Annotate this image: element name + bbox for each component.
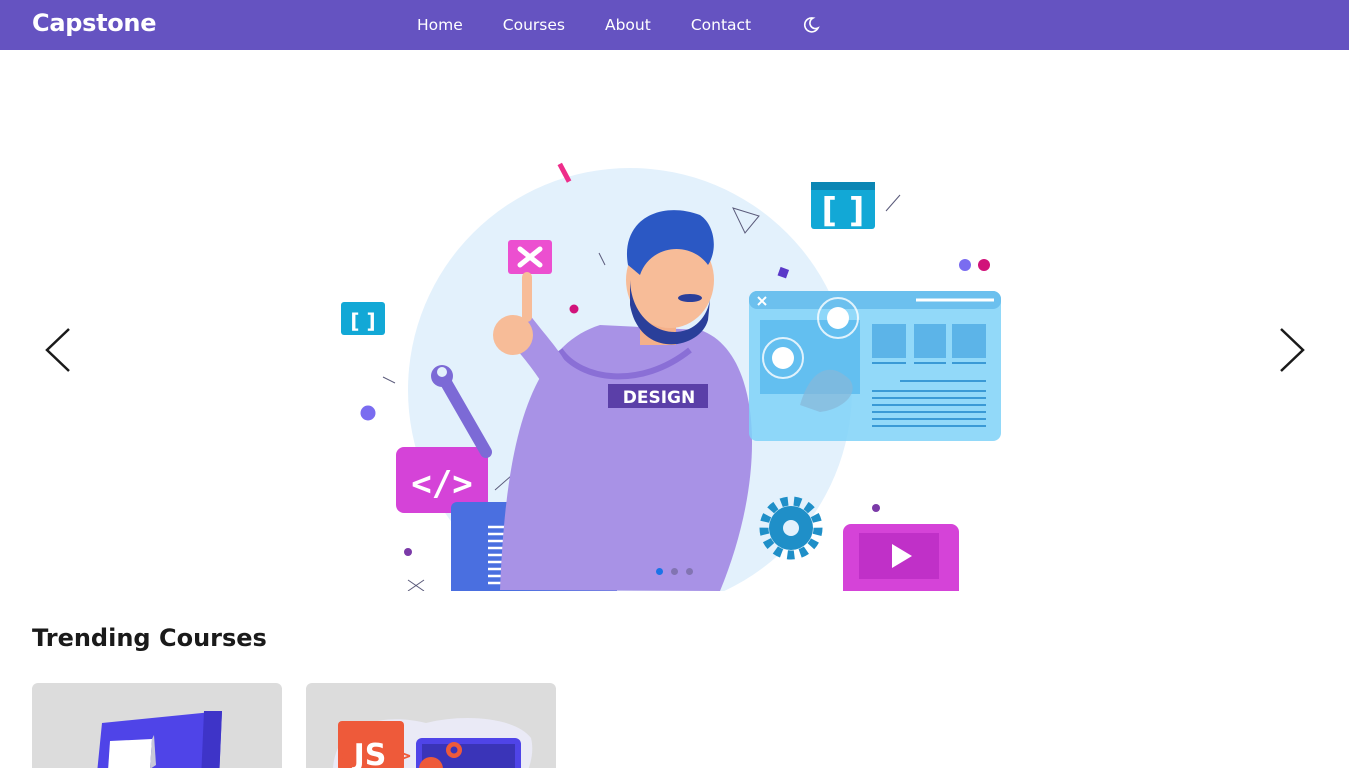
course-card-javascript[interactable]: JS < > [306, 683, 556, 768]
nav-link-contact[interactable]: Contact [691, 16, 751, 34]
chevron-left-icon[interactable] [43, 325, 73, 375]
css3-logo-icon [97, 711, 222, 768]
nav-link-home[interactable]: Home [417, 16, 463, 34]
moon-icon[interactable] [802, 16, 820, 34]
svg-text:[ ]: [ ] [350, 309, 375, 333]
carousel-indicator-1[interactable] [656, 568, 663, 575]
svg-text:<: < [336, 744, 354, 768]
nav-link-courses[interactable]: Courses [503, 16, 565, 34]
brand-logo[interactable]: Capstone [32, 9, 157, 37]
top-navbar: Capstone Home Courses About Contact [0, 0, 1349, 50]
course-card-css[interactable] [32, 683, 282, 768]
trending-courses-title: Trending Courses [32, 624, 267, 652]
svg-text:>: > [394, 744, 412, 768]
svg-text:[ ]: [ ] [822, 191, 865, 231]
javascript-illustration-icon: JS < > [333, 718, 533, 768]
chevron-right-icon[interactable] [1277, 325, 1307, 375]
nav-link-about[interactable]: About [605, 16, 651, 34]
carousel-indicator-3[interactable] [686, 568, 693, 575]
course-cards: JS < > [32, 683, 556, 768]
nav-links: Home Courses About Contact [417, 0, 791, 50]
svg-text:</>: </> [411, 464, 472, 504]
hero-illustration: [ ] [ ] </> DESIGN [341, 162, 1001, 591]
js-label: JS [352, 738, 387, 768]
design-badge: DESIGN [623, 388, 695, 408]
carousel-indicator-2[interactable] [671, 568, 678, 575]
carousel-indicators [0, 568, 1349, 575]
hero-carousel: [ ] [ ] </> DESIGN [0, 50, 1349, 591]
